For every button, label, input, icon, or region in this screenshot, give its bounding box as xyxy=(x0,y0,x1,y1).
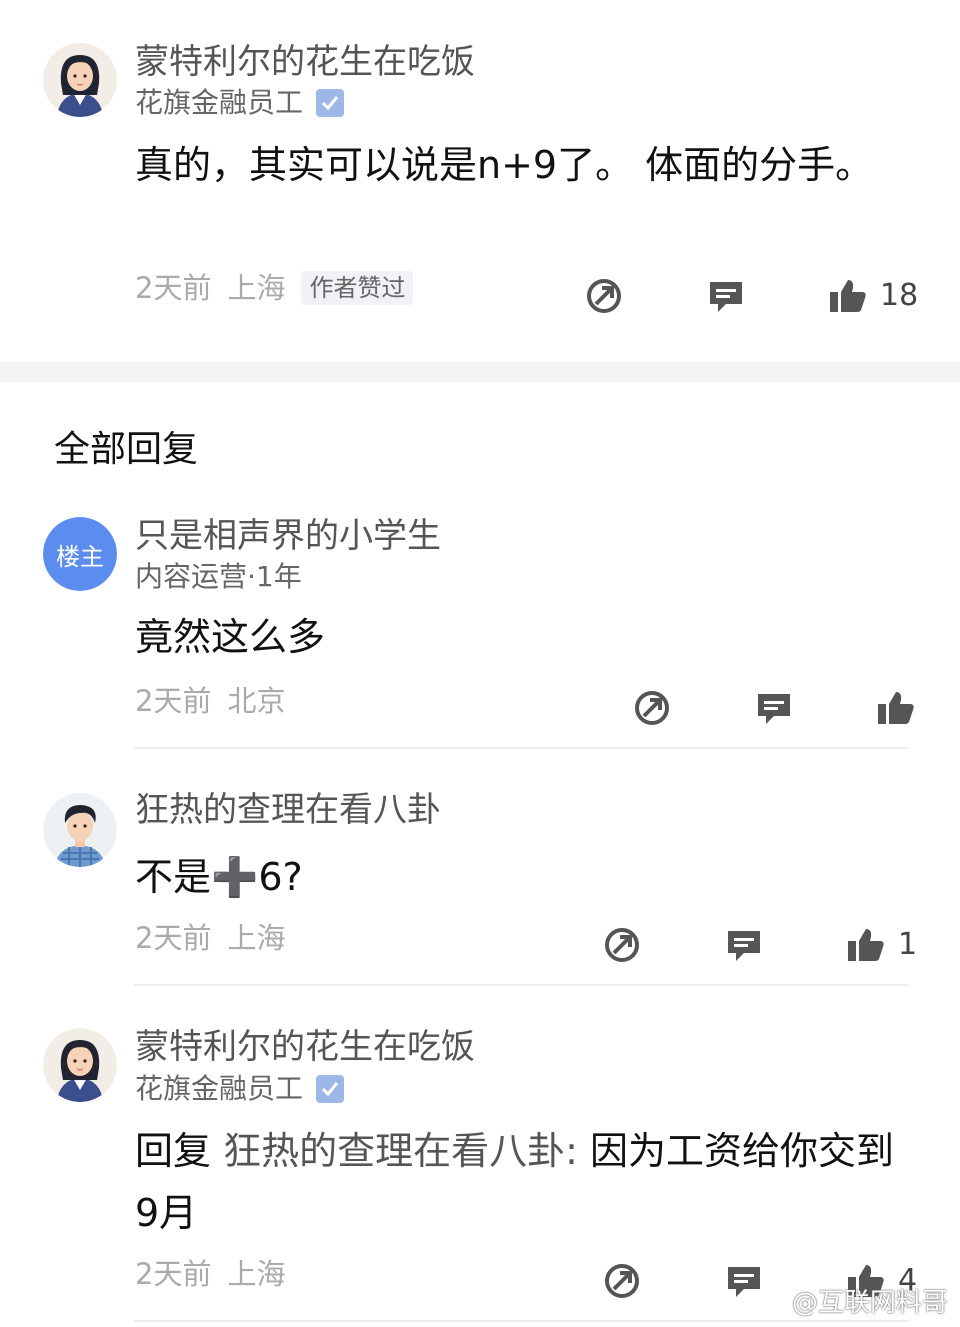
thumbs-up-icon[interactable] xyxy=(828,276,868,316)
timestamp: 2天前 xyxy=(135,684,212,718)
section-separator xyxy=(0,362,960,382)
company-label: 花旗金融员工 xyxy=(135,86,304,119)
username[interactable]: 蒙特利尔的花生在吃饭 xyxy=(135,1027,475,1067)
verified-icon xyxy=(315,1074,345,1104)
thumbs-up-icon[interactable] xyxy=(876,688,916,728)
comment-text: 回复 狂热的查理在看八卦: 因为工资给你交到9月 xyxy=(135,1120,895,1244)
avatar[interactable] xyxy=(43,1028,117,1102)
comment-text: 不是➕6? xyxy=(135,855,303,899)
username[interactable]: 只是相声界的小学生 xyxy=(135,516,441,556)
user-subtitle: 内容运营·1年 xyxy=(135,560,302,593)
owner-badge: 楼主 xyxy=(43,517,117,591)
watermark-text: @互联网料哥 xyxy=(791,1288,948,1318)
location: 北京 xyxy=(227,684,286,718)
user-company: 花旗金融员工 xyxy=(135,86,345,120)
divider xyxy=(134,1320,908,1322)
comment-icon[interactable] xyxy=(724,925,764,965)
comment-meta: 2天前 上海 作者赞过 xyxy=(135,270,414,306)
comment-meta: 2天前 北京 xyxy=(135,683,285,719)
divider xyxy=(134,984,908,986)
username[interactable]: 蒙特利尔的花生在吃饭 xyxy=(135,42,475,82)
comment-icon[interactable] xyxy=(754,688,794,728)
share-icon[interactable] xyxy=(584,276,624,316)
section-title: 全部回复 xyxy=(54,429,199,470)
timestamp: 2天前 xyxy=(135,921,212,955)
location: 上海 xyxy=(227,271,286,305)
avatar[interactable] xyxy=(43,793,117,867)
share-icon[interactable] xyxy=(632,688,672,728)
verified-icon xyxy=(315,88,345,118)
share-icon[interactable] xyxy=(602,1261,642,1301)
thumbs-up-icon[interactable] xyxy=(846,925,886,965)
like-count: 1 xyxy=(898,927,918,962)
reply-target[interactable]: 狂热的查理在看八卦: xyxy=(223,1129,578,1173)
user-company: 花旗金融员工 xyxy=(135,1072,345,1106)
like-count: 18 xyxy=(880,278,919,313)
comment-text: 真的，其实可以说是n+9了。 体面的分手。 xyxy=(135,143,874,187)
username[interactable]: 狂热的查理在看八卦 xyxy=(135,790,441,830)
watermark: @互联网料哥 xyxy=(792,1282,948,1319)
reply-prefix: 回复 xyxy=(135,1129,212,1173)
avatar[interactable] xyxy=(43,43,117,117)
avatar[interactable]: 楼主 xyxy=(43,517,117,591)
comment-meta: 2天前 上海 xyxy=(135,1256,285,1292)
author-liked-badge: 作者赞过 xyxy=(301,271,414,305)
company-label: 花旗金融员工 xyxy=(135,1072,304,1105)
divider xyxy=(134,747,908,749)
comment-text: 竟然这么多 xyxy=(135,615,326,659)
comment-icon[interactable] xyxy=(724,1261,764,1301)
comment-icon[interactable] xyxy=(706,276,746,316)
timestamp: 2天前 xyxy=(135,271,212,305)
location: 上海 xyxy=(227,1257,286,1291)
share-icon[interactable] xyxy=(602,925,642,965)
comment-meta: 2天前 上海 xyxy=(135,920,285,956)
timestamp: 2天前 xyxy=(135,1257,212,1291)
location: 上海 xyxy=(227,921,286,955)
